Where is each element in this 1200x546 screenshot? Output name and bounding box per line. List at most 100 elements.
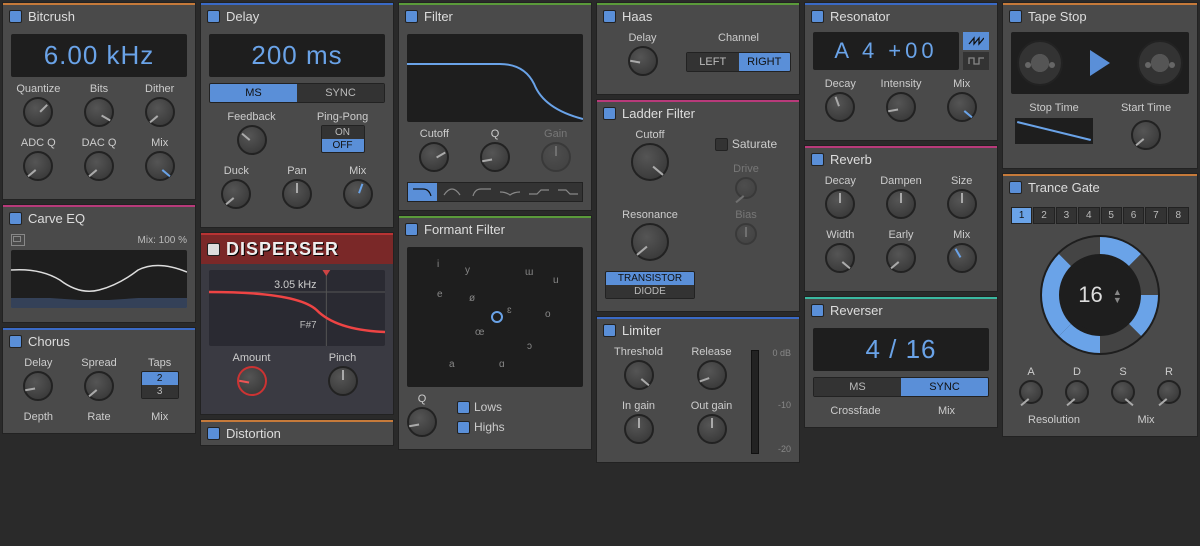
filter-shape-option[interactable] [466,183,495,201]
channel-option[interactable]: LEFT [687,53,739,71]
mix-knob[interactable] [343,179,373,209]
decay-knob[interactable] [825,189,855,219]
ingain-knob[interactable] [624,414,654,444]
ladder-mode-option[interactable]: TRANSISTOR [606,272,694,285]
q-knob[interactable] [480,142,510,172]
release-knob[interactable] [697,360,727,390]
filter-shape-option[interactable] [524,183,553,201]
intensity-knob[interactable] [886,92,916,122]
threshold-knob[interactable] [624,360,654,390]
dacq-knob[interactable] [84,151,114,181]
cutoff-knob[interactable] [631,143,669,181]
width-knob[interactable] [825,243,855,273]
pinch-knob[interactable] [328,366,358,396]
attack-knob[interactable] [1019,380,1043,404]
bias-knob[interactable] [735,223,757,245]
cutoff-knob[interactable] [419,142,449,172]
outgain-knob[interactable] [697,414,727,444]
channel-selector[interactable]: LEFT RIGHT [686,52,791,72]
power-toggle[interactable] [207,427,220,440]
power-toggle[interactable] [811,304,824,317]
taps-selector[interactable]: 2 3 [141,371,179,399]
power-toggle[interactable] [811,10,824,23]
pingpong-selector[interactable]: ON OFF [321,125,365,153]
filter-graph[interactable] [407,34,583,122]
step[interactable]: 8 [1168,207,1189,224]
step[interactable]: 5 [1101,207,1122,224]
frequency-display[interactable]: 6.00 kHz [11,34,187,77]
step[interactable]: 3 [1056,207,1077,224]
step[interactable]: 6 [1123,207,1144,224]
power-toggle[interactable] [207,10,220,23]
saturate-checkbox[interactable] [715,138,728,151]
spread-knob[interactable] [84,371,114,401]
adcq-knob[interactable] [23,151,53,181]
q-knob[interactable] [407,407,437,437]
lows-checkbox[interactable] [457,401,470,414]
mode-selector[interactable]: MS SYNC [209,83,385,103]
step-sequencer[interactable]: 1 2 3 4 5 6 7 8 [1011,207,1189,224]
step[interactable]: 4 [1078,207,1099,224]
dampen-knob[interactable] [886,189,916,219]
step[interactable]: 7 [1145,207,1166,224]
saw-wave-icon[interactable] [963,32,989,50]
square-wave-icon[interactable] [963,52,989,70]
vowel-pad[interactable]: i y e ø ɛ œ a ɑ ɔ o u ɯ [407,247,583,387]
wave-selector[interactable] [963,32,989,70]
early-knob[interactable] [886,243,916,273]
highs-checkbox[interactable] [457,421,470,434]
time-display[interactable]: 200 ms [209,34,385,77]
disperser-graph[interactable]: 3.05 kHz F#7 [209,270,385,346]
power-toggle[interactable] [405,223,418,236]
taps-option[interactable]: 3 [142,385,178,398]
filter-shape-option[interactable] [495,183,524,201]
power-toggle[interactable] [1009,10,1022,23]
gate-ring[interactable]: 16 ▲▼ [1035,230,1165,360]
filter-shape-option[interactable] [553,183,582,201]
ladder-mode-selector[interactable]: TRANSISTOR DIODE [605,271,695,299]
pan-knob[interactable] [282,179,312,209]
decay-knob[interactable] [825,92,855,122]
start-time-knob[interactable] [1131,120,1161,150]
power-toggle[interactable] [9,10,22,23]
channel-option[interactable]: RIGHT [739,53,791,71]
power-toggle[interactable] [207,243,220,256]
power-toggle[interactable] [603,10,616,23]
release-knob[interactable] [1157,380,1181,404]
power-toggle[interactable] [9,212,22,225]
delay-knob[interactable] [23,371,53,401]
stepper-icon[interactable]: ▲▼ [1113,288,1122,304]
step[interactable]: 1 [1011,207,1032,224]
mode-option[interactable]: MS [210,84,297,102]
ratio-display[interactable]: 4 / 16 [813,328,989,371]
filter-shape-selector[interactable] [407,182,583,202]
power-toggle[interactable] [811,153,824,166]
drive-knob[interactable] [735,177,757,199]
stop-curve-graph[interactable] [1015,118,1093,144]
note-display[interactable]: A 4 +00 [813,32,959,70]
expand-icon[interactable] [11,234,25,246]
mode-option[interactable]: MS [814,378,901,396]
delay-knob[interactable] [628,46,658,76]
mode-selector[interactable]: MS SYNC [813,377,989,397]
play-button[interactable] [1090,50,1110,76]
filter-shape-option[interactable] [408,183,437,201]
pingpong-option[interactable]: ON [322,126,364,139]
power-toggle[interactable] [9,335,22,348]
sustain-knob[interactable] [1111,380,1135,404]
mode-option[interactable]: SYNC [901,378,988,396]
taps-option[interactable]: 2 [142,372,178,385]
mode-option[interactable]: SYNC [297,84,384,102]
eq-graph[interactable] [11,250,187,308]
resonance-knob[interactable] [631,223,669,261]
power-toggle[interactable] [603,324,616,337]
pingpong-option[interactable]: OFF [322,139,364,152]
amount-knob[interactable] [237,366,267,396]
power-toggle[interactable] [405,10,418,23]
quantize-knob[interactable] [23,97,53,127]
duck-knob[interactable] [221,179,251,209]
step[interactable]: 2 [1033,207,1054,224]
power-toggle[interactable] [603,107,616,120]
filter-shape-option[interactable] [437,183,466,201]
ladder-mode-option[interactable]: DIODE [606,285,694,298]
